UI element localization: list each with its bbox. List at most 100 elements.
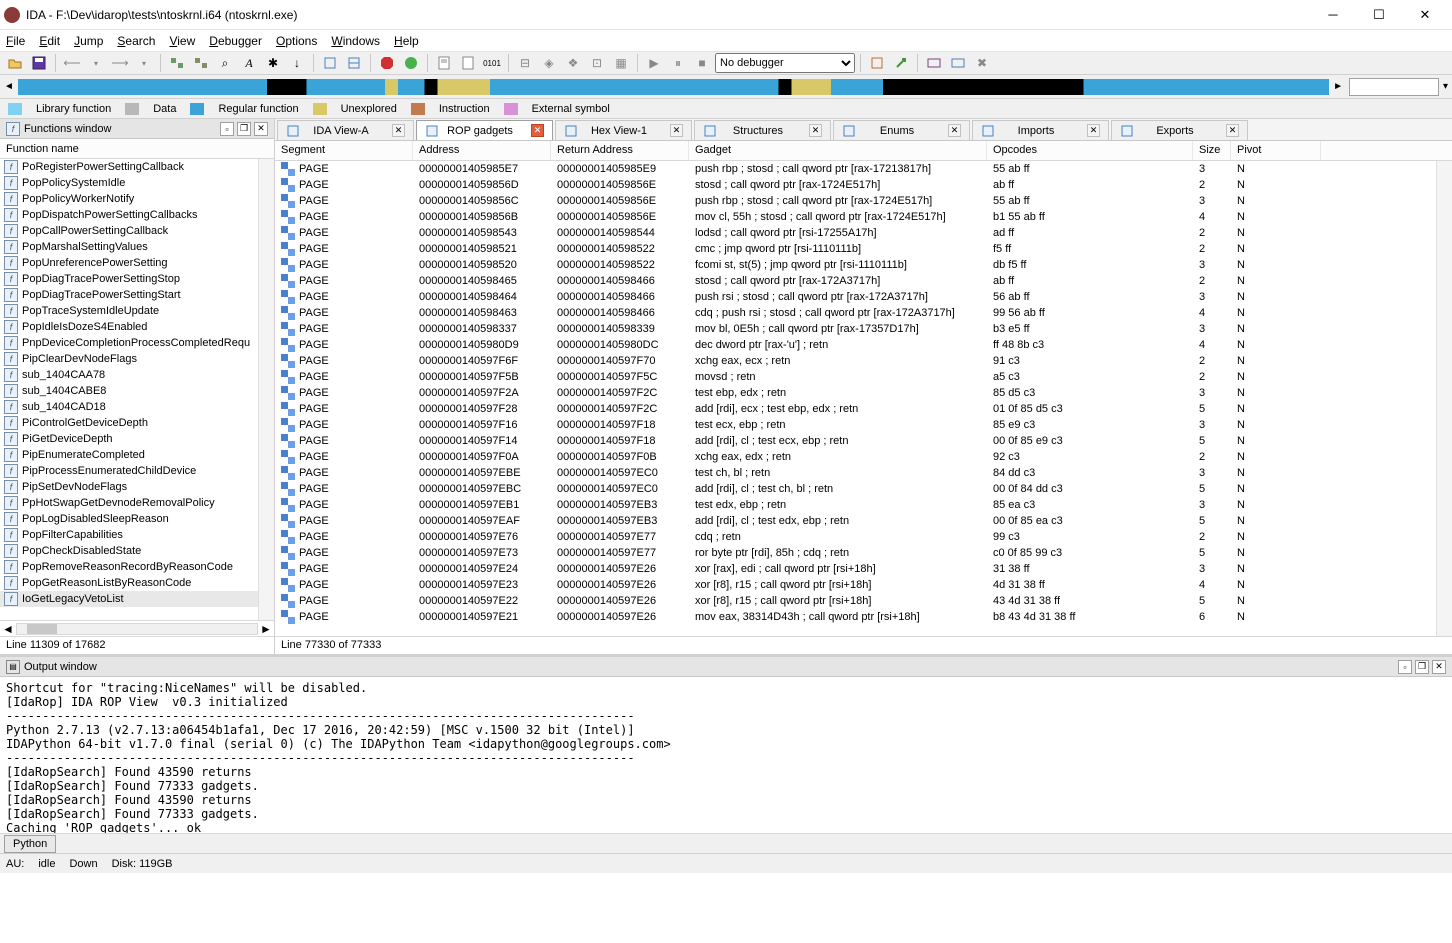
- col-address[interactable]: Address: [413, 141, 551, 160]
- col-size[interactable]: Size: [1193, 141, 1231, 160]
- col-return-address[interactable]: Return Address: [551, 141, 689, 160]
- function-item[interactable]: PopCheckDisabledState: [0, 543, 274, 559]
- function-item[interactable]: PiControlGetDeviceDepth: [0, 415, 274, 431]
- menu-search[interactable]: Search: [117, 34, 155, 48]
- pause-icon[interactable]: ⏸: [667, 53, 689, 73]
- pane-restore-icon[interactable]: ❐: [1415, 660, 1429, 674]
- col-opcodes[interactable]: Opcodes: [987, 141, 1193, 160]
- table-row[interactable]: PAGE000000014059856B000000014059856Emov …: [275, 209, 1452, 225]
- function-item[interactable]: sub_1404CAD18: [0, 399, 274, 415]
- stop2-icon[interactable]: ■: [691, 53, 713, 73]
- tb-icon[interactable]: [319, 53, 341, 73]
- text-icon[interactable]: 0101: [481, 53, 503, 73]
- tb-icon[interactable]: [947, 53, 969, 73]
- nav-address-box[interactable]: [1349, 78, 1439, 96]
- table-row[interactable]: PAGE0000000140597EB10000000140597EB3test…: [275, 497, 1452, 513]
- grid-header[interactable]: SegmentAddressReturn AddressGadgetOpcode…: [275, 141, 1452, 161]
- menu-help[interactable]: Help: [394, 34, 419, 48]
- tab-close-icon[interactable]: ✕: [1087, 124, 1100, 137]
- open-icon[interactable]: [4, 53, 26, 73]
- table-row[interactable]: PAGE0000000140597E240000000140597E26xor …: [275, 561, 1452, 577]
- tab-rop-gadgets[interactable]: ROP gadgets✕: [416, 120, 553, 140]
- table-row[interactable]: PAGE0000000140597EBC0000000140597EC0add …: [275, 481, 1452, 497]
- table-row[interactable]: PAGE000000014059856D000000014059856Estos…: [275, 177, 1452, 193]
- function-item[interactable]: PiGetDeviceDepth: [0, 431, 274, 447]
- table-row[interactable]: PAGE000000014059856C000000014059856Epush…: [275, 193, 1452, 209]
- table-row[interactable]: PAGE0000000140597F0A0000000140597F0Bxchg…: [275, 449, 1452, 465]
- table-row[interactable]: PAGE0000000140597EAF0000000140597EB3add …: [275, 513, 1452, 529]
- tab-close-icon[interactable]: ✕: [1226, 124, 1239, 137]
- function-item[interactable]: PopRemoveReasonRecordByReasonCode: [0, 559, 274, 575]
- tb-icon[interactable]: [190, 53, 212, 73]
- table-row[interactable]: PAGE00000001405984630000000140598466cdq …: [275, 305, 1452, 321]
- function-item[interactable]: PopTraceSystemIdleUpdate: [0, 303, 274, 319]
- tb-icon[interactable]: [923, 53, 945, 73]
- table-row[interactable]: PAGE00000001405985430000000140598544lods…: [275, 225, 1452, 241]
- function-item[interactable]: PipProcessEnumeratedChildDevice: [0, 463, 274, 479]
- back-drop-icon[interactable]: ▾: [85, 53, 107, 73]
- table-row[interactable]: PAGE0000000140597F160000000140597F18test…: [275, 417, 1452, 433]
- menu-file[interactable]: File: [6, 34, 25, 48]
- menu-edit[interactable]: Edit: [39, 34, 60, 48]
- menu-jump[interactable]: Jump: [74, 34, 103, 48]
- table-row[interactable]: PAGE0000000140597E220000000140597E26xor …: [275, 593, 1452, 609]
- tb-icon[interactable]: ▦: [610, 53, 632, 73]
- tb-icon[interactable]: [343, 53, 365, 73]
- function-item[interactable]: PopGetReasonListByReasonCode: [0, 575, 274, 591]
- function-item[interactable]: PopPolicyWorkerNotify: [0, 191, 274, 207]
- tab-close-icon[interactable]: ✕: [531, 124, 544, 137]
- nav-right-icon[interactable]: ►: [1333, 81, 1343, 92]
- table-row[interactable]: PAGE0000000140597EBE0000000140597EC0test…: [275, 465, 1452, 481]
- functions-list[interactable]: PoRegisterPowerSettingCallbackPopPolicyS…: [0, 159, 274, 620]
- tb-icon[interactable]: ↓: [286, 53, 308, 73]
- tb-icon[interactable]: [166, 53, 188, 73]
- table-row[interactable]: PAGE0000000140597F2A0000000140597F2Ctest…: [275, 385, 1452, 401]
- function-item[interactable]: PopFilterCapabilities: [0, 527, 274, 543]
- function-item[interactable]: PipClearDevNodeFlags: [0, 351, 274, 367]
- function-item[interactable]: PopPolicySystemIdle: [0, 175, 274, 191]
- close-button[interactable]: ✕: [1402, 0, 1448, 30]
- save-icon[interactable]: [28, 53, 50, 73]
- table-row[interactable]: PAGE00000001405980D900000001405980DCdec …: [275, 337, 1452, 353]
- function-item[interactable]: PopUnreferencePowerSetting: [0, 255, 274, 271]
- tb-icon[interactable]: [866, 53, 888, 73]
- tb-icon[interactable]: ⌕: [214, 53, 236, 73]
- function-item[interactable]: PopCallPowerSettingCallback: [0, 223, 274, 239]
- function-item[interactable]: PopDiagTracePowerSettingStart: [0, 287, 274, 303]
- fwd-icon[interactable]: ⟶: [109, 53, 131, 73]
- go-icon[interactable]: [400, 53, 422, 73]
- function-item[interactable]: IoGetLegacyVetoList: [0, 591, 274, 607]
- function-item[interactable]: PopLogDisabledSleepReason: [0, 511, 274, 527]
- function-item[interactable]: sub_1404CABE8: [0, 383, 274, 399]
- nav-left-icon[interactable]: ◄: [4, 81, 14, 92]
- fwd-drop-icon[interactable]: ▾: [133, 53, 155, 73]
- pane-restore-icon[interactable]: ❐: [237, 122, 251, 136]
- grid-body[interactable]: PAGE00000001405985E700000001405985E9push…: [275, 161, 1452, 636]
- tab-close-icon[interactable]: ✕: [809, 124, 822, 137]
- tb-icon[interactable]: ◈: [538, 53, 560, 73]
- pane-close-icon[interactable]: ✕: [1432, 660, 1446, 674]
- table-row[interactable]: PAGE00000001405984640000000140598466push…: [275, 289, 1452, 305]
- tab-close-icon[interactable]: ✕: [392, 124, 405, 137]
- tab-imports[interactable]: Imports✕: [972, 120, 1109, 140]
- play-icon[interactable]: ▶: [643, 53, 665, 73]
- table-row[interactable]: PAGE0000000140597F140000000140597F18add …: [275, 433, 1452, 449]
- tab-structures[interactable]: Structures✕: [694, 120, 831, 140]
- function-item[interactable]: PoRegisterPowerSettingCallback: [0, 159, 274, 175]
- text-icon[interactable]: [457, 53, 479, 73]
- table-row[interactable]: PAGE0000000140597F280000000140597F2Cadd …: [275, 401, 1452, 417]
- tab-close-icon[interactable]: ✕: [670, 124, 683, 137]
- tb-icon[interactable]: ⊡: [586, 53, 608, 73]
- table-row[interactable]: PAGE00000001405985210000000140598522cmc …: [275, 241, 1452, 257]
- table-row[interactable]: PAGE0000000140597E760000000140597E77cdq …: [275, 529, 1452, 545]
- tb-icon[interactable]: ❖: [562, 53, 584, 73]
- function-item[interactable]: PipSetDevNodeFlags: [0, 479, 274, 495]
- function-item[interactable]: PopIdleIsDozeS4Enabled: [0, 319, 274, 335]
- chevron-down-icon[interactable]: ▾: [1443, 81, 1448, 92]
- table-row[interactable]: PAGE00000001405985E700000001405985E9push…: [275, 161, 1452, 177]
- text-icon[interactable]: [433, 53, 455, 73]
- grid-scrollbar[interactable]: [1436, 161, 1452, 636]
- back-icon[interactable]: ⟵: [61, 53, 83, 73]
- menu-view[interactable]: View: [169, 34, 195, 48]
- col-pivot[interactable]: Pivot: [1231, 141, 1321, 160]
